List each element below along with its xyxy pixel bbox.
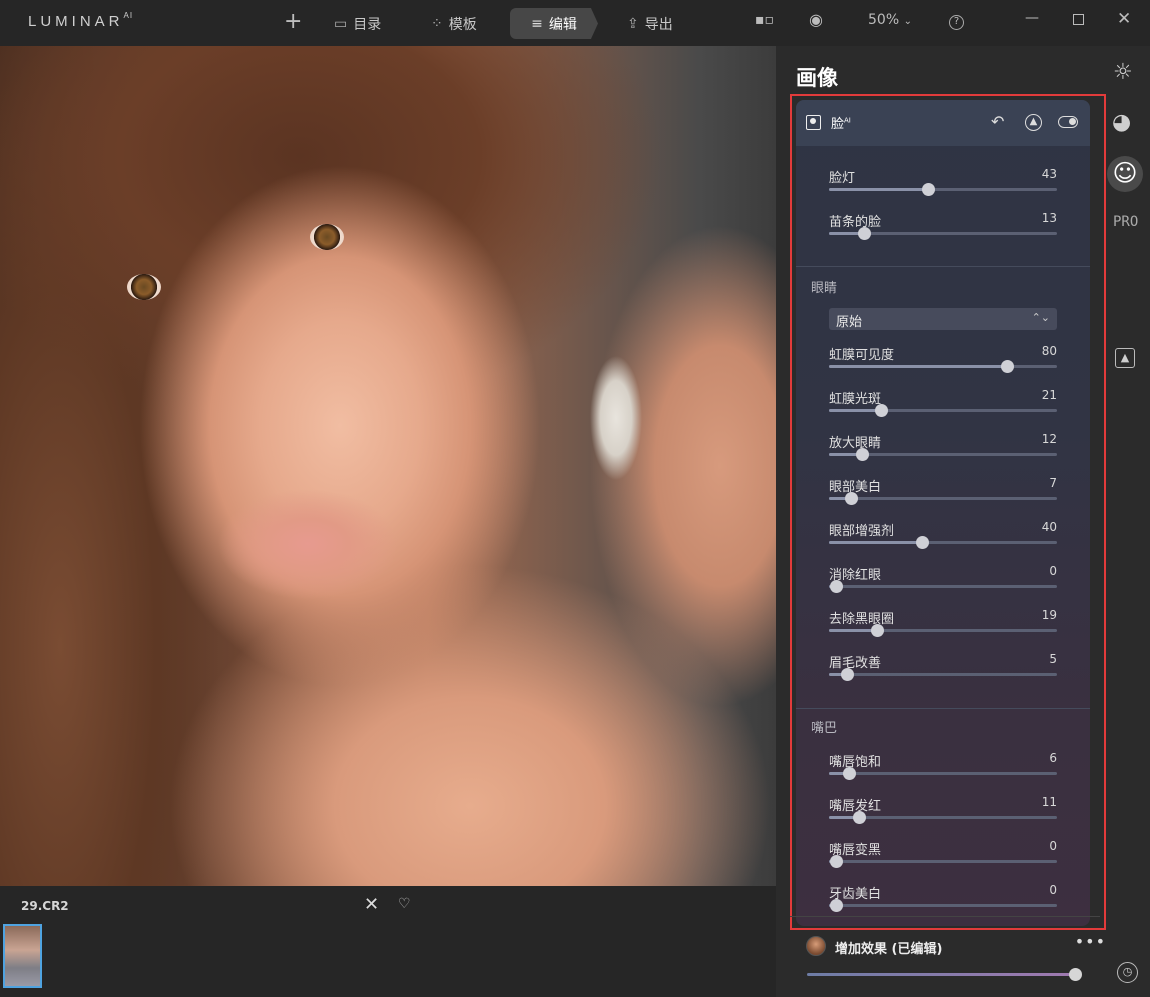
effect-amount-slider[interactable] [807,968,1082,981]
photo-eye-right [310,224,344,250]
eye-icon[interactable]: ◉ [809,10,823,29]
history-icon[interactable]: ◷ [1117,962,1138,983]
maximize-icon[interactable] [1073,14,1084,25]
minimize-icon[interactable]: — [1025,10,1039,26]
tab-catalog[interactable]: ▭ 目录 [334,11,381,37]
highlight-frame [790,94,1106,930]
photo-canvas[interactable] [0,46,776,886]
zoom-select[interactable]: 50% ⌄ [868,12,912,28]
slider-knob[interactable] [1069,968,1082,981]
pro-icon[interactable]: PRO [1113,214,1138,230]
tab-export[interactable]: ⇪ 导出 [627,11,673,37]
help-icon[interactable]: ? [949,15,964,30]
sun-icon[interactable]: ☼ [1113,60,1133,85]
more-options-icon[interactable]: ••• [1075,932,1106,951]
sparkle-icon: ⁘ [431,16,443,32]
favorite-icon[interactable]: ♡ [398,896,411,912]
chevron-down-icon: ⌄ [903,16,912,27]
palette-icon[interactable]: ◕ [1112,110,1131,135]
compare-icon[interactable]: ▪▫ [755,12,774,28]
top-bar: LUMINARAI + ▭ 目录 ⁘ 模板 ≡ 编辑 ⇪ 导出 ▪▫ ◉ 50%… [0,0,1150,46]
divider [790,916,1100,917]
tab-templates[interactable]: ⁘ 模板 [431,11,477,37]
reject-icon[interactable]: ✕ [364,894,379,915]
app-logo: LUMINARAI [28,11,134,30]
tab-edit[interactable]: ≡ 编辑 [510,8,598,39]
photo-eye-left [127,274,161,300]
right-panel: 画像 脸AI ↶ ▲ 眼睛 原始 ⌃⌄ 嘴巴 脸灯 43 苗条的脸 13 虹膜可见度 80… [776,46,1150,997]
photo-thumbnail[interactable] [3,924,42,988]
add-photos-icon[interactable]: + [284,10,302,34]
folder-icon: ▭ [334,16,348,32]
add-effect-row[interactable]: 增加效果 (已编辑) ••• [806,932,1106,960]
close-icon[interactable]: ✕ [1117,9,1131,29]
add-effect-label: 增加效果 (已编辑) [835,942,943,957]
portrait-bg-icon[interactable]: ▲ [1115,348,1135,368]
file-name: 29.CR2 [21,899,69,913]
filmstrip: 29.CR2 ✕ ♡ [0,886,776,997]
share-icon: ⇪ [627,16,639,32]
panel-title: 画像 [796,66,838,90]
effect-thumbnail [806,936,826,956]
smile-icon[interactable]: ☺ [1107,156,1143,192]
sliders-icon: ≡ [531,15,543,32]
